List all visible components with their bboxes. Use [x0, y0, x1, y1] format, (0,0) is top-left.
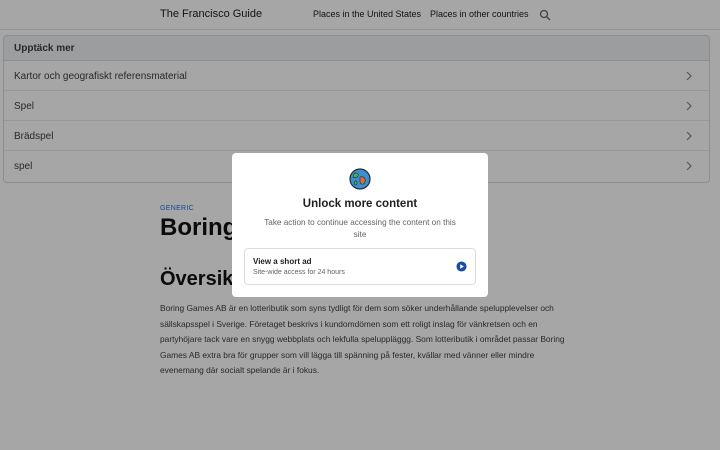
option-title: View a short ad: [253, 257, 312, 266]
dialog-title: Unlock more content: [302, 198, 418, 210]
play-circle-icon: [456, 261, 467, 272]
globe-icon: [349, 168, 371, 190]
option-subtitle: Site-wide access for 24 hours: [253, 269, 345, 276]
dialog-description: Take action to continue accessing the co…: [264, 218, 456, 239]
view-ad-option[interactable]: View a short ad Site-wide access for 24 …: [244, 248, 476, 285]
unlock-content-dialog: Unlock more content Take action to conti…: [232, 153, 488, 297]
